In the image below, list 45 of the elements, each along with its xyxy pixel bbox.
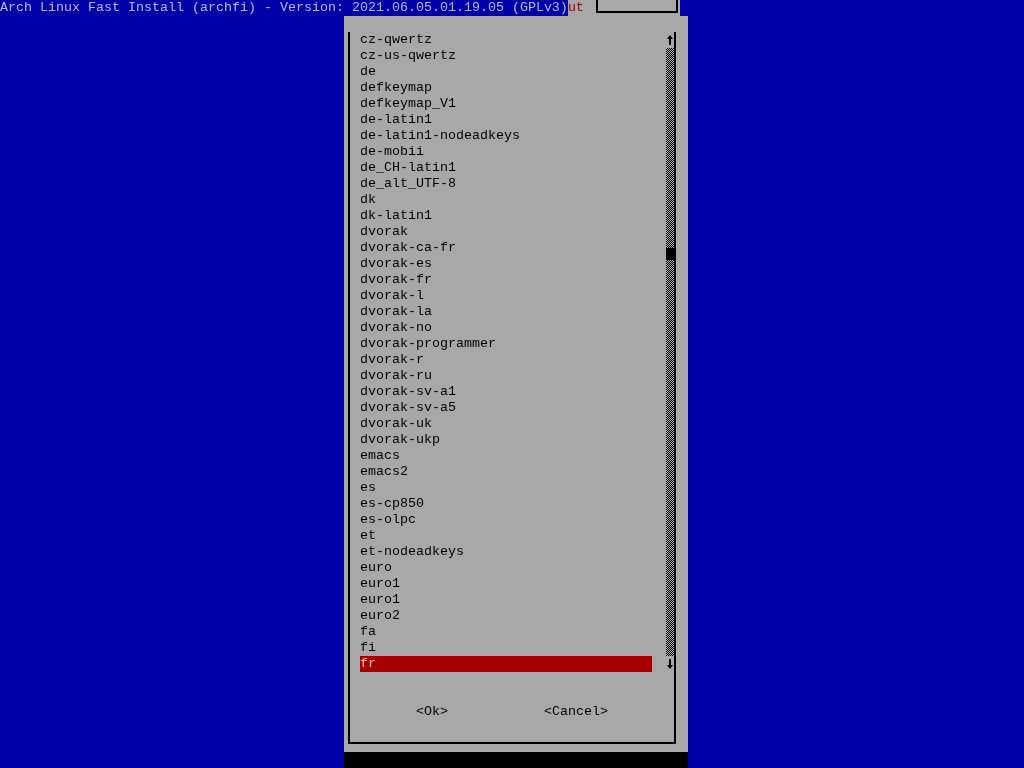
list-item[interactable]: fr (360, 656, 652, 672)
list-item[interactable]: dvorak-sv-a1 (360, 384, 652, 400)
window-title: Arch Linux Fast Install (archfi) - Version: 2021.06.05.01.19.05 (GPLv3) (0, 0, 568, 16)
list-item[interactable]: es-olpc (360, 512, 652, 528)
list-item[interactable]: dvorak-r (360, 352, 652, 368)
list-item[interactable]: euro (360, 560, 652, 576)
list-item[interactable]: dvorak-sv-a5 (360, 400, 652, 416)
list-item[interactable]: de_CH-latin1 (360, 160, 652, 176)
list-item[interactable]: de-latin1 (360, 112, 652, 128)
list-item[interactable]: dvorak-uk (360, 416, 652, 432)
list-item[interactable]: dvorak-la (360, 304, 652, 320)
list-item[interactable]: dk (360, 192, 652, 208)
list-item[interactable]: fi (360, 640, 652, 656)
dialog-button[interactable]: <Cancel> (544, 704, 608, 720)
list-item[interactable]: dvorak-ukp (360, 432, 652, 448)
list-item[interactable]: cz-us-qwertz (360, 48, 652, 64)
list-item[interactable]: dvorak-no (360, 320, 652, 336)
list-item[interactable]: et-nodeadkeys (360, 544, 652, 560)
list-item[interactable]: defkeymap_V1 (360, 96, 652, 112)
list-item[interactable]: fa (360, 624, 652, 640)
list-item[interactable]: euro1 (360, 592, 652, 608)
list-item[interactable]: dvorak-l (360, 288, 652, 304)
list-item[interactable]: dk-latin1 (360, 208, 652, 224)
list-item[interactable]: defkeymap (360, 80, 652, 96)
list-item[interactable]: euro2 (360, 608, 652, 624)
list-item[interactable]: dvorak-ca-fr (360, 240, 652, 256)
list-item[interactable]: de_alt_UTF-8 (360, 176, 652, 192)
list-item[interactable]: dvorak-ru (360, 368, 652, 384)
list-item[interactable]: es-cp850 (360, 496, 652, 512)
list-item[interactable]: dvorak-es (360, 256, 652, 272)
list-item[interactable]: euro1 (360, 576, 652, 592)
list-item[interactable]: es (360, 480, 652, 496)
list-item[interactable]: et (360, 528, 652, 544)
dialog-button[interactable]: <Ok> (416, 704, 448, 720)
list-item[interactable]: emacs (360, 448, 652, 464)
background-window-title: ut (567, 0, 584, 16)
list-item[interactable]: cz-qwertz (360, 32, 652, 48)
list-item[interactable]: de (360, 64, 652, 80)
list-item[interactable]: emacs2 (360, 464, 652, 480)
list-item[interactable]: de-mobii (360, 144, 652, 160)
list-item[interactable]: de-latin1-nodeadkeys (360, 128, 652, 144)
list-item[interactable]: dvorak-fr (360, 272, 652, 288)
list-item[interactable]: dvorak-programmer (360, 336, 652, 352)
scrollbar-thumb[interactable] (666, 248, 674, 260)
list-item[interactable]: dvorak (360, 224, 652, 240)
